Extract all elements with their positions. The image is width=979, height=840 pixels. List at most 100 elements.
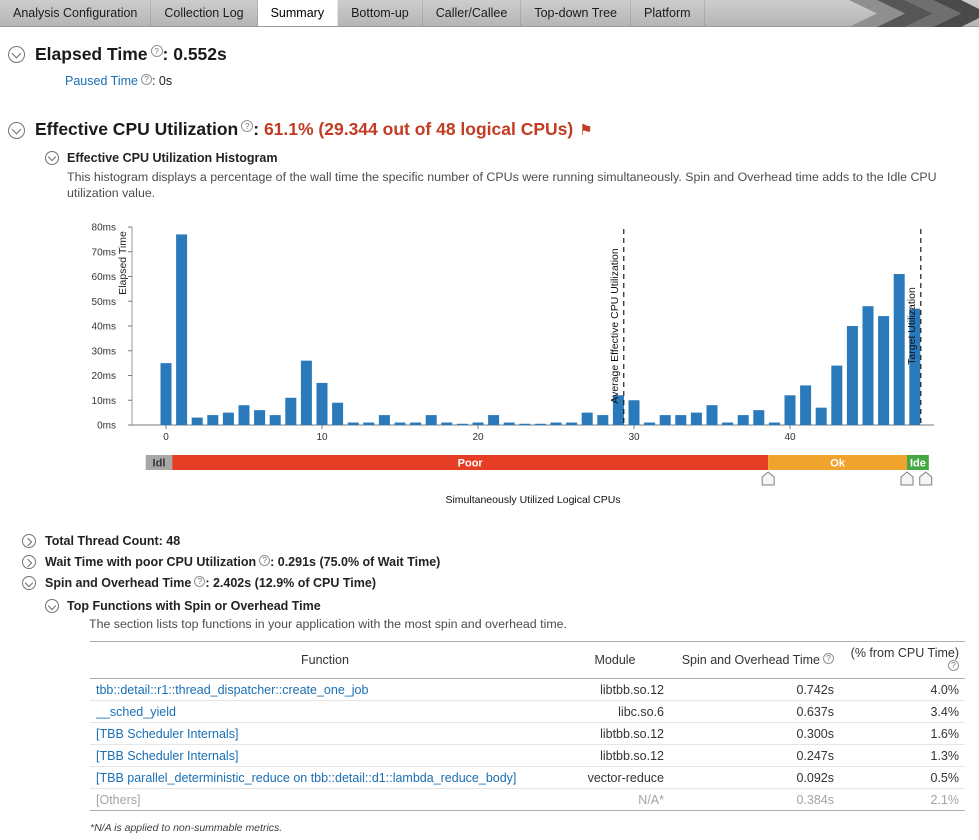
pct-cpu-time-cell: 0.5% xyxy=(840,767,965,789)
histogram-bar xyxy=(161,363,172,425)
function-link[interactable]: [TBB parallel_deterministic_reduce on tb… xyxy=(96,771,516,785)
x-tick-label: 20 xyxy=(472,432,484,443)
tab-bottom-up[interactable]: Bottom-up xyxy=(338,0,423,26)
column-header-label: Function xyxy=(301,653,349,667)
tab-analysis-configuration[interactable]: Analysis Configuration xyxy=(0,0,151,26)
vtune-summary-page: Analysis ConfigurationCollection LogSumm… xyxy=(0,0,979,840)
x-tick-label: 0 xyxy=(163,432,169,443)
pct-cpu-time-cell: 1.3% xyxy=(840,745,965,767)
collapse-cpu-icon[interactable] xyxy=(8,122,25,139)
tab-top-down-tree[interactable]: Top-down Tree xyxy=(521,0,631,26)
function-link[interactable]: __sched_yield xyxy=(96,705,176,719)
function-link[interactable]: [TBB Scheduler Internals] xyxy=(96,727,238,741)
histogram-bar xyxy=(285,398,296,425)
histogram-bar xyxy=(379,415,390,425)
histogram-bar xyxy=(675,415,686,425)
column-header-label: Spin and Overhead Time xyxy=(682,653,820,667)
colon: : xyxy=(163,44,174,64)
summary-metrics: Total Thread Count: 48 Wait Time with poo… xyxy=(0,534,979,590)
table-row: [TBB parallel_deterministic_reduce on tb… xyxy=(90,767,965,789)
histogram-bar xyxy=(816,408,827,425)
help-icon[interactable]: ? xyxy=(823,653,834,664)
help-icon[interactable]: ? xyxy=(241,120,253,132)
function-link[interactable]: tbb::detail::r1::thread_dispatcher::crea… xyxy=(96,683,368,697)
band-slider-handle[interactable] xyxy=(901,472,913,485)
function-link[interactable]: [TBB Scheduler Internals] xyxy=(96,749,238,763)
y-tick-label: 50ms xyxy=(92,297,116,308)
y-tick-label: 30ms xyxy=(92,347,116,358)
metric-total-thread-count: Total Thread Count: 48 xyxy=(22,534,979,548)
histogram-bar xyxy=(847,326,858,425)
spin-time-cell: 0.637s xyxy=(670,701,840,723)
histogram-bar xyxy=(707,405,718,425)
paused-time-link[interactable]: Paused Time xyxy=(65,74,138,88)
y-tick-label: 10ms xyxy=(92,396,116,407)
histogram-bar xyxy=(800,386,811,426)
histogram-bar xyxy=(644,423,655,425)
help-icon[interactable]: ? xyxy=(194,576,205,587)
collapse-histogram-icon[interactable] xyxy=(45,151,59,165)
collapse-icon[interactable] xyxy=(22,534,36,548)
help-icon[interactable]: ? xyxy=(141,74,152,85)
histogram-bar xyxy=(426,415,437,425)
collapse-elapsed-icon[interactable] xyxy=(8,46,25,63)
histogram-title: Effective CPU Utilization Histogram xyxy=(67,151,277,165)
average-effective-cpu-utilization-label: Average Effective CPU Utilization xyxy=(609,248,621,404)
histogram-bar xyxy=(535,424,546,425)
histogram-bar xyxy=(473,423,484,425)
column-header-spin-time[interactable]: Spin and Overhead Time? xyxy=(670,642,840,679)
spin-time-cell: 0.092s xyxy=(670,767,840,789)
histogram-bar xyxy=(566,423,577,425)
band-slider-handle[interactable] xyxy=(762,472,774,485)
histogram-bar xyxy=(738,415,749,425)
metric-value: : 0.291s (75.0% of Wait Time) xyxy=(270,555,440,569)
module-cell: libtbb.so.12 xyxy=(560,745,670,767)
cpu-utilization-histogram: 0ms10ms20ms30ms40ms50ms60ms70ms80msElaps… xyxy=(66,221,979,514)
histogram-bar xyxy=(863,306,874,425)
function-others-label: [Others] xyxy=(96,793,140,807)
tab-summary[interactable]: Summary xyxy=(258,0,338,26)
histogram-bar xyxy=(691,413,702,425)
metric-value: : 2.402s (12.9% of CPU Time) xyxy=(205,576,376,590)
help-icon[interactable]: ? xyxy=(151,45,163,57)
collapse-icon[interactable] xyxy=(22,576,36,590)
column-header-pct-cpu-time[interactable]: (% from CPU Time)? xyxy=(840,642,965,679)
metric-spin-and-overhead-time: Spin and Overhead Time?: 2.402s (12.9% o… xyxy=(22,576,979,590)
tab-platform[interactable]: Platform xyxy=(631,0,705,26)
table-row: __sched_yieldlibc.so.60.637s3.4% xyxy=(90,701,965,723)
histogram-bar xyxy=(223,413,234,425)
y-tick-label: 20ms xyxy=(92,371,116,382)
x-axis-title: Simultaneously Utilized Logical CPUs xyxy=(445,494,620,506)
elapsed-time-value: 0.552s xyxy=(173,44,227,64)
metric-wait-time-with-poor-cpu-utilization: Wait Time with poor CPU Utilization?: 0.… xyxy=(22,555,979,569)
elapsed-time-section-header: Elapsed Time?: 0.552s xyxy=(8,43,979,65)
histogram-bar xyxy=(878,316,889,425)
spin-time-cell: 0.247s xyxy=(670,745,840,767)
paused-time-value: 0s xyxy=(159,74,172,88)
module-cell: libtbb.so.12 xyxy=(560,723,670,745)
spin-time-cell: 0.300s xyxy=(670,723,840,745)
collapse-icon[interactable] xyxy=(22,555,36,569)
histogram-bar xyxy=(239,405,250,425)
y-tick-label: 80ms xyxy=(92,223,116,234)
histogram-section-header: Effective CPU Utilization Histogram xyxy=(45,151,979,165)
table-row: [TBB Scheduler Internals] libtbb.so.120.2… xyxy=(90,745,965,767)
help-icon[interactable]: ? xyxy=(259,555,270,566)
top-functions-description: The section lists top functions in your … xyxy=(89,617,979,631)
tab-caller-callee[interactable]: Caller/Callee xyxy=(423,0,522,26)
band-slider-handle[interactable] xyxy=(920,472,932,485)
histogram-bar xyxy=(785,396,796,426)
help-icon[interactable]: ? xyxy=(948,660,959,671)
histogram-bar xyxy=(504,423,515,425)
histogram-bar xyxy=(457,424,468,425)
collapse-top-functions-icon[interactable] xyxy=(45,599,59,613)
band-label-ok: Ok xyxy=(830,458,846,470)
column-header-label: (% from CPU Time) xyxy=(851,646,959,660)
column-header-function[interactable]: Function xyxy=(90,642,560,679)
tab-bar: Analysis ConfigurationCollection LogSumm… xyxy=(0,0,979,27)
module-cell: vector-reduce xyxy=(560,767,670,789)
histogram-svg: 0ms10ms20ms30ms40ms50ms60ms70ms80msElaps… xyxy=(66,221,950,509)
column-header-module[interactable]: Module xyxy=(560,642,670,679)
band-label-poor: Poor xyxy=(458,458,484,470)
tab-collection-log[interactable]: Collection Log xyxy=(151,0,257,26)
